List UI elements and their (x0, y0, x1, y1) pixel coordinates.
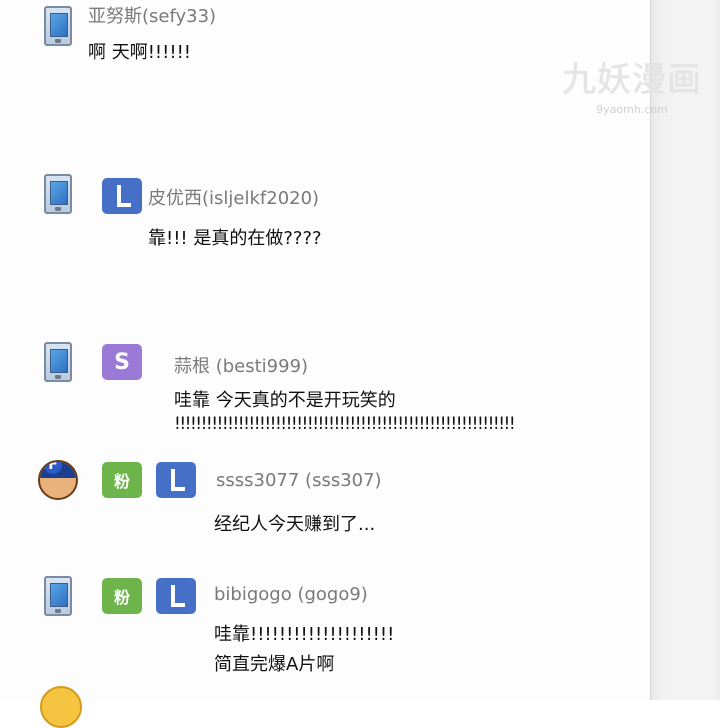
message-text: 经纪人今天赚到了... (214, 514, 376, 535)
mobile-phone-icon (44, 6, 72, 46)
message-text: !!!!!!!!!!!!!!!!!!!!!!!!!!!!!!!!!!!!!!!!… (174, 414, 516, 434)
message-text: 靠!!! 是真的在做???? (148, 228, 322, 249)
watermark-subtitle: 9yaomh.com (596, 103, 668, 116)
emoji-avatar-icon (40, 686, 82, 728)
fan-badge-icon: 粉 (102, 462, 142, 498)
mobile-phone-icon (44, 576, 72, 616)
sender-name: bibigogo (gogo9) (214, 584, 368, 605)
message-text: 哇靠!!!!!!!!!!!!!!!!!!!! (214, 624, 395, 645)
watermark-title: 九妖漫画 (562, 60, 702, 100)
watermark: 九妖漫画 9yaomh.com (552, 52, 712, 116)
sender-name: ssss3077 (sss307) (216, 470, 382, 491)
sender-name: 蒜根 (besti999) (174, 356, 309, 377)
blue-level-badge-icon (156, 578, 196, 614)
sender-name: 皮优西(isljelkf2020) (148, 188, 320, 209)
mobile-phone-icon (44, 174, 72, 214)
blue-level-badge-icon (156, 462, 196, 498)
avatar-letter: F (44, 462, 62, 474)
blue-level-badge-icon (102, 178, 142, 214)
purple-level-badge-icon: S (102, 344, 142, 380)
sender-name: 亚努斯(sefy33) (88, 6, 217, 27)
message-text: 简直完爆A片啊 (214, 654, 335, 675)
message-text: 哇靠 今天真的不是开玩笑的 (174, 390, 396, 411)
message-text: 啊 天啊!!!!!! (88, 42, 192, 63)
mobile-phone-icon (44, 342, 72, 382)
avatar: F (38, 460, 78, 500)
fan-badge-icon: 粉 (102, 578, 142, 614)
